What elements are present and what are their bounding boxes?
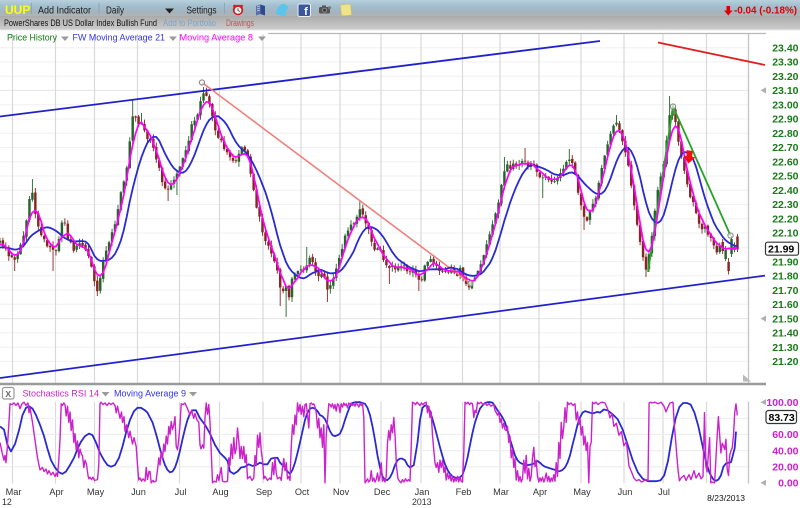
svg-text:8/23/2013: 8/23/2013 <box>707 493 745 503</box>
svg-text:100.00: 100.00 <box>766 397 798 409</box>
svg-text:Settings: Settings <box>187 6 217 17</box>
svg-text:23.10: 23.10 <box>772 85 798 97</box>
svg-text:21.70: 21.70 <box>772 285 798 297</box>
svg-text:22.50: 22.50 <box>772 171 798 183</box>
svg-text:22.40: 22.40 <box>772 185 798 197</box>
svg-text:Oct: Oct <box>295 487 310 497</box>
svg-text:20.00: 20.00 <box>772 461 798 473</box>
svg-text:Apr: Apr <box>533 487 547 497</box>
svg-text:21.20: 21.20 <box>772 356 798 368</box>
svg-text:UUP: UUP <box>5 3 30 17</box>
svg-text:Sep: Sep <box>256 487 272 497</box>
svg-text:21.50: 21.50 <box>772 313 798 325</box>
svg-text:0.00: 0.00 <box>778 478 799 490</box>
svg-text:22.20: 22.20 <box>772 214 798 226</box>
svg-text:21.80: 21.80 <box>772 271 798 283</box>
svg-text:PowerShares DB US Dollar Index: PowerShares DB US Dollar Index Bullish F… <box>4 18 157 28</box>
svg-text:21.30: 21.30 <box>772 342 798 354</box>
svg-text:Jun: Jun <box>618 487 633 497</box>
svg-text:FW Moving Average 21: FW Moving Average 21 <box>73 33 166 43</box>
svg-text:Jul: Jul <box>658 487 670 497</box>
svg-text:Mar: Mar <box>493 487 509 497</box>
svg-text:12: 12 <box>2 497 12 507</box>
svg-text:23.40: 23.40 <box>772 42 798 54</box>
svg-text:22.70: 22.70 <box>772 142 798 154</box>
svg-text:2013: 2013 <box>412 497 432 507</box>
svg-text:60.00: 60.00 <box>772 429 798 441</box>
svg-text:Add Indicator: Add Indicator <box>38 6 92 17</box>
svg-text:23.00: 23.00 <box>772 99 798 111</box>
svg-text:22.30: 22.30 <box>772 199 798 211</box>
svg-text:Jan: Jan <box>415 487 430 497</box>
svg-text:Drawings: Drawings <box>226 18 254 28</box>
svg-text:23.30: 23.30 <box>772 57 798 69</box>
svg-text:22.10: 22.10 <box>772 228 798 240</box>
svg-text:Jul: Jul <box>175 487 187 497</box>
svg-text:Jun: Jun <box>131 487 146 497</box>
svg-text:22.90: 22.90 <box>772 114 798 126</box>
svg-text:23.20: 23.20 <box>772 71 798 83</box>
svg-text:Mar: Mar <box>6 487 22 497</box>
svg-text:X: X <box>5 389 11 399</box>
svg-text:22.60: 22.60 <box>772 156 798 168</box>
svg-text:Add to Portfolio: Add to Portfolio <box>163 18 216 28</box>
svg-text:Stochastics RSI 14: Stochastics RSI 14 <box>23 389 99 399</box>
svg-text:Moving Average 8: Moving Average 8 <box>180 33 254 43</box>
svg-text:May: May <box>573 487 591 497</box>
svg-text:Price History: Price History <box>7 33 57 43</box>
svg-text:Aug: Aug <box>212 487 228 497</box>
svg-text:21.60: 21.60 <box>772 299 798 311</box>
svg-text:40.00: 40.00 <box>772 445 798 457</box>
svg-text:21.99: 21.99 <box>768 243 794 255</box>
svg-text:83.73: 83.73 <box>769 412 795 424</box>
svg-text:Dec: Dec <box>374 487 391 497</box>
svg-text:May: May <box>87 487 105 497</box>
svg-text:22.80: 22.80 <box>772 128 798 140</box>
svg-text:f: f <box>304 6 308 18</box>
svg-text:21.40: 21.40 <box>772 328 798 340</box>
svg-text:-0.04 (-0.18%): -0.04 (-0.18%) <box>734 5 797 17</box>
svg-text:Feb: Feb <box>456 487 472 497</box>
svg-text:Moving Average 9: Moving Average 9 <box>114 389 186 399</box>
svg-text:Apr: Apr <box>49 487 63 497</box>
svg-text:Nov: Nov <box>333 487 350 497</box>
svg-text:21.90: 21.90 <box>772 256 798 268</box>
svg-text:Daily: Daily <box>106 6 124 17</box>
